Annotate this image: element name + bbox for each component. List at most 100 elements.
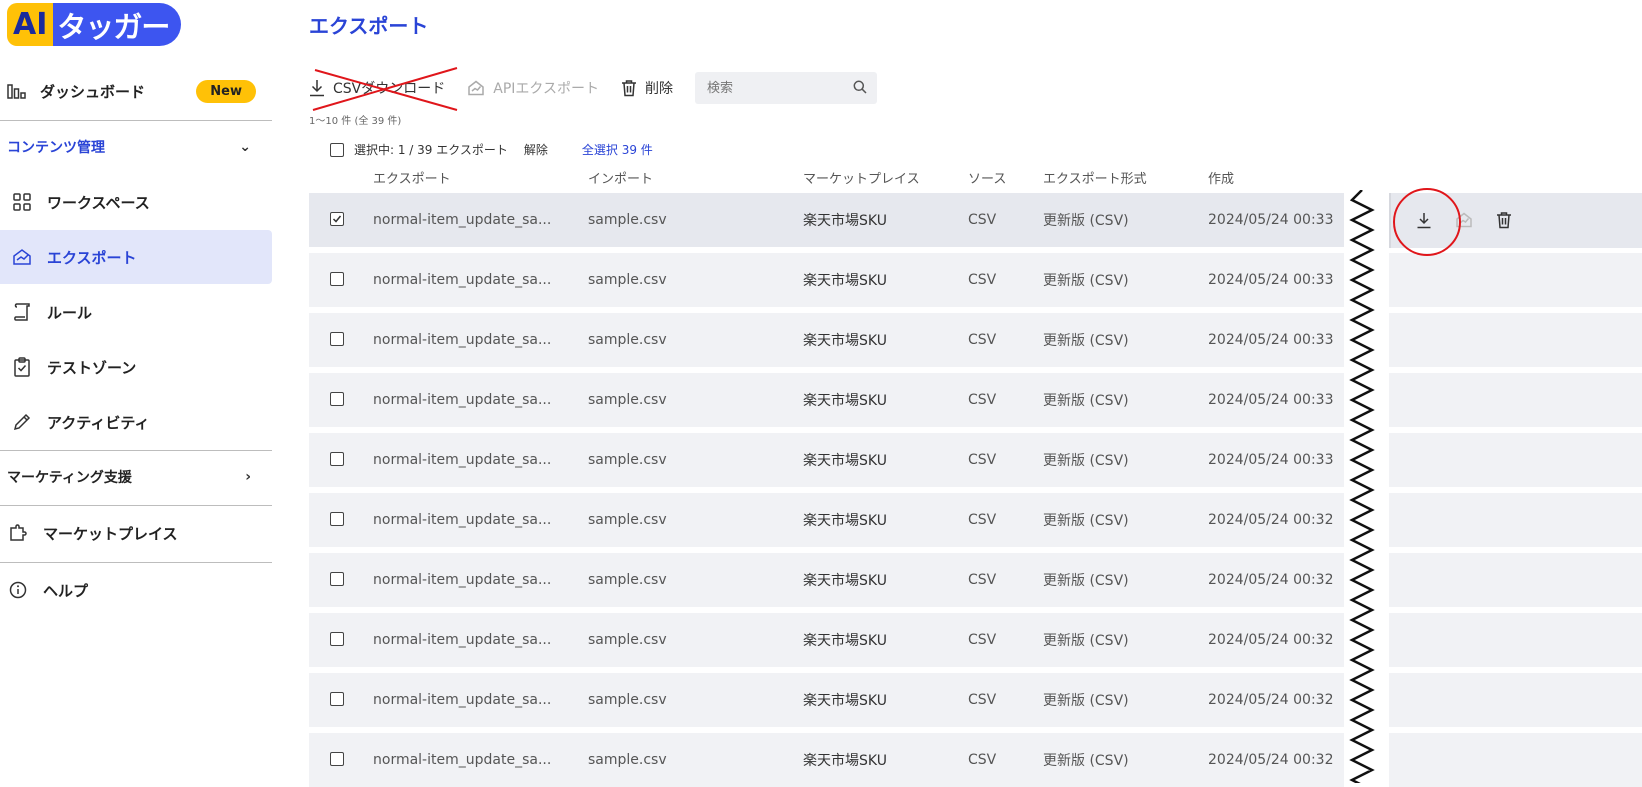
cell-export: normal-item_update_sa... — [373, 572, 552, 588]
column-header-export[interactable]: エクスポート — [373, 168, 451, 187]
row-checkbox[interactable] — [330, 632, 344, 646]
row-download-icon[interactable] — [1412, 208, 1436, 232]
cell-export: normal-item_update_sa... — [373, 692, 552, 708]
row-actions-area — [1389, 733, 1642, 787]
column-header-created[interactable]: 作成 — [1208, 168, 1234, 187]
selection-bar: 選択中: 1 / 39 エクスポート 解除 全選択 39 件 — [330, 141, 653, 158]
column-header-format[interactable]: エクスポート形式 — [1043, 168, 1147, 187]
cell-marketplace: 楽天市場SKU — [803, 333, 887, 349]
column-header-import[interactable]: インポート — [588, 168, 653, 187]
row-checkbox[interactable] — [330, 272, 344, 286]
table-row[interactable]: normal-item_update_sa... sample.csv 楽天市場SK… — [309, 433, 1344, 487]
row-checkbox[interactable] — [330, 212, 344, 226]
select-all-checkbox[interactable] — [330, 142, 344, 157]
row-api-export-icon[interactable] — [1452, 208, 1476, 232]
divider — [0, 120, 272, 121]
cell-source: CSV — [968, 632, 997, 648]
api-export-icon — [467, 80, 485, 96]
cell-export: normal-item_update_sa... — [373, 332, 552, 348]
table-row[interactable]: normal-item_update_sa... sample.csv 楽天市場SK… — [309, 193, 1344, 247]
cell-created: 2024/05/24 00:32 — [1208, 692, 1334, 708]
api-export-label: APIエクスポート — [493, 81, 599, 97]
cell-export: normal-item_update_sa... — [373, 212, 552, 228]
cell-created: 2024/05/24 00:33 — [1208, 272, 1334, 288]
cell-created: 2024/05/24 00:32 — [1208, 632, 1334, 648]
row-actions-area — [1389, 553, 1642, 607]
sidebar-item-label: ヘルプ — [43, 581, 89, 600]
search-box[interactable] — [694, 72, 877, 104]
row-trash-icon[interactable] — [1492, 208, 1516, 232]
scroll-icon — [11, 301, 33, 323]
row-checkbox[interactable] — [330, 392, 344, 406]
sidebar-item-label: エクスポート — [47, 248, 137, 267]
bar-chart-icon — [6, 80, 28, 102]
cell-format: 更新版 (CSV) — [1043, 573, 1129, 589]
row-checkbox[interactable] — [330, 572, 344, 586]
new-badge: New — [196, 79, 256, 103]
cell-marketplace: 楽天市場SKU — [803, 633, 887, 649]
select-all-link[interactable]: 全選択 39 件 — [582, 141, 653, 158]
cell-import: sample.csv — [588, 332, 667, 348]
row-checkbox[interactable] — [330, 452, 344, 466]
cell-import: sample.csv — [588, 692, 667, 708]
sidebar: AI タッガー ダッシュボード New コンテンツ管理 ⌄ ワークスペース エク… — [0, 0, 272, 783]
clear-selection-link[interactable]: 解除 — [524, 141, 548, 158]
search-icon[interactable] — [853, 79, 867, 98]
sidebar-item-testzone[interactable]: テストゾーン — [0, 340, 272, 394]
cell-created: 2024/05/24 00:33 — [1208, 392, 1334, 408]
table-row[interactable]: normal-item_update_sa... sample.csv 楽天市場SK… — [309, 673, 1344, 727]
cell-import: sample.csv — [588, 632, 667, 648]
table-row[interactable]: normal-item_update_sa... sample.csv 楽天市場SK… — [309, 553, 1344, 607]
sidebar-item-activity[interactable]: アクティビティ — [0, 395, 272, 449]
table-row[interactable]: normal-item_update_sa... sample.csv 楽天市場SK… — [309, 253, 1344, 307]
api-export-button[interactable]: APIエクスポート — [467, 78, 599, 98]
cell-marketplace: 楽天市場SKU — [803, 453, 887, 469]
cell-source: CSV — [968, 452, 997, 468]
cell-created: 2024/05/24 00:33 — [1208, 452, 1334, 468]
row-checkbox[interactable] — [330, 692, 344, 706]
table-row[interactable]: normal-item_update_sa... sample.csv 楽天市場SK… — [309, 733, 1344, 787]
sidebar-item-label: テストゾーン — [47, 358, 137, 377]
divider — [0, 450, 272, 451]
export-icon — [11, 246, 33, 268]
sidebar-item-dashboard[interactable]: ダッシュボード New — [0, 64, 272, 118]
cell-format: 更新版 (CSV) — [1043, 213, 1129, 229]
sidebar-item-marketplace[interactable]: マーケットプレイス — [0, 506, 272, 560]
sidebar-item-rules[interactable]: ルール — [0, 285, 272, 339]
row-actions-area — [1389, 433, 1642, 487]
check-icon — [332, 215, 342, 223]
section-marketing[interactable]: マーケティング支援 › — [7, 457, 259, 497]
cell-format: 更新版 (CSV) — [1043, 273, 1129, 289]
app-logo[interactable]: AI タッガー — [7, 3, 182, 46]
section-label: マーケティング支援 — [7, 470, 132, 486]
table-row[interactable]: normal-item_update_sa... sample.csv 楽天市場SK… — [309, 613, 1344, 667]
section-content-management[interactable]: コンテンツ管理 ⌄ — [7, 127, 259, 167]
row-checkbox[interactable] — [330, 512, 344, 526]
cell-import: sample.csv — [588, 272, 667, 288]
delete-label: 削除 — [644, 81, 673, 97]
sidebar-item-label: ダッシュボード — [40, 82, 146, 101]
row-actions-area — [1389, 373, 1642, 427]
cell-source: CSV — [968, 752, 997, 768]
cell-export: normal-item_update_sa... — [373, 272, 552, 288]
cell-format: 更新版 (CSV) — [1043, 513, 1129, 529]
row-checkbox[interactable] — [330, 752, 344, 766]
sidebar-item-export[interactable]: エクスポート — [0, 230, 272, 284]
sidebar-item-workspace[interactable]: ワークスペース — [0, 175, 272, 229]
row-actions-area — [1389, 613, 1642, 667]
cell-export: normal-item_update_sa... — [373, 632, 552, 648]
cell-format: 更新版 (CSV) — [1043, 333, 1129, 349]
search-input[interactable] — [704, 79, 839, 97]
row-checkbox[interactable] — [330, 332, 344, 346]
column-header-marketplace[interactable]: マーケットプレイス — [803, 168, 920, 187]
table-row[interactable]: normal-item_update_sa... sample.csv 楽天市場SK… — [309, 493, 1344, 547]
cell-created: 2024/05/24 00:33 — [1208, 332, 1334, 348]
table-row[interactable]: normal-item_update_sa... sample.csv 楽天市場SK… — [309, 313, 1344, 367]
cell-format: 更新版 (CSV) — [1043, 393, 1129, 409]
table-row[interactable]: normal-item_update_sa... sample.csv 楽天市場SK… — [309, 373, 1344, 427]
sidebar-item-help[interactable]: ヘルプ — [0, 563, 272, 617]
delete-button[interactable]: 削除 — [621, 78, 673, 98]
column-header-source[interactable]: ソース — [968, 168, 1006, 187]
section-label: コンテンツ管理 — [7, 140, 105, 156]
csv-download-button[interactable]: CSVダウンロード — [309, 67, 458, 111]
